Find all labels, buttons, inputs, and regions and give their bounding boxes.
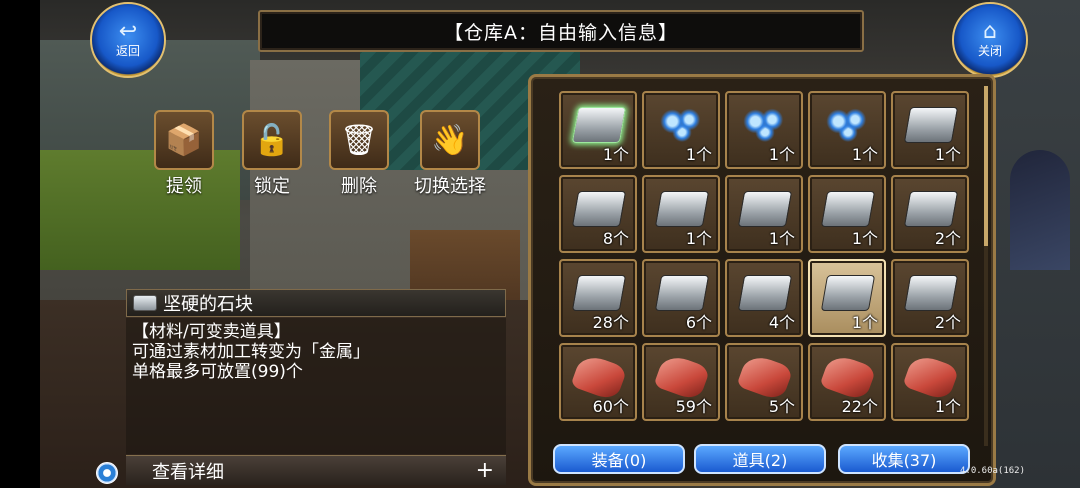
- item-count: 1个: [934, 145, 961, 164]
- item-count: 1个: [851, 229, 878, 248]
- inventory-slot[interactable]: 1个: [642, 175, 720, 253]
- inventory-slot[interactable]: 22个: [808, 343, 886, 421]
- item-count: 1个: [768, 229, 795, 248]
- return-arrow-icon: ↩: [118, 19, 138, 44]
- inventory-slot[interactable]: 2个: [891, 259, 969, 337]
- ingot-icon: [903, 275, 959, 311]
- item-count: 1个: [602, 145, 629, 164]
- desc-line: 可通过素材加工转变为「金属」: [132, 342, 370, 362]
- item-count: 59个: [675, 397, 712, 416]
- hand-icon: 👋: [420, 110, 480, 170]
- lock-label: 锁定: [254, 176, 290, 197]
- item-count: 1个: [768, 145, 795, 164]
- item-count: 8个: [602, 229, 629, 248]
- delete-button[interactable]: 🗑 删除: [318, 110, 400, 198]
- inventory-scrollbar[interactable]: [984, 86, 988, 446]
- item-count: 4个: [768, 313, 795, 332]
- desc-line: 单格最多可放置(99)个: [132, 362, 303, 382]
- take-label: 提领: [166, 176, 202, 197]
- switch-label: 切换选择: [414, 176, 486, 197]
- item-count: 1个: [851, 145, 878, 164]
- inventory-slot[interactable]: 28个: [559, 259, 637, 337]
- item-count: 1个: [851, 313, 878, 332]
- ingot-icon: [820, 191, 876, 227]
- page-title: 【仓库A：自由输入信息】: [258, 10, 864, 52]
- blue-crystal-icon: [824, 107, 872, 143]
- ingot-icon: [737, 191, 793, 227]
- item-count: 28个: [592, 313, 629, 332]
- inventory-slot[interactable]: 2个: [891, 175, 969, 253]
- ingot-icon: [571, 275, 627, 311]
- refresh-icon[interactable]: [96, 462, 118, 484]
- screen-edge: [0, 0, 40, 488]
- inventory-slot[interactable]: 1个: [642, 91, 720, 169]
- inventory-slot[interactable]: 60个: [559, 343, 637, 421]
- inventory-slot[interactable]: 6个: [642, 259, 720, 337]
- chest-icon: 📦: [154, 110, 214, 170]
- delete-label: 删除: [341, 176, 377, 197]
- blue-crystal-icon: [658, 107, 706, 143]
- inventory-slot[interactable]: 1个: [725, 175, 803, 253]
- item-description: 【材料/可变卖道具】 可通过素材加工转变为「金属」 单格最多可放置(99)个: [126, 318, 506, 454]
- rare-ingot-icon: [571, 107, 627, 143]
- item-count: 6个: [685, 313, 712, 332]
- inventory-panel: 1个 1个 1个 1个 1个 8个 1个 1个 1个 2个 28个 6个 4个 1个 2个 60个 59个 5个 2…: [528, 74, 996, 486]
- desc-line: 【材料/可变卖道具】: [132, 322, 291, 342]
- take-button[interactable]: 📦 提领: [143, 110, 225, 198]
- inventory-slot[interactable]: 1个: [725, 91, 803, 169]
- ingot-icon: [654, 275, 710, 311]
- home-icon: ⌂: [983, 19, 997, 44]
- inventory-slot[interactable]: 1个: [808, 259, 886, 337]
- ingot-icon: [654, 191, 710, 227]
- inventory-slot[interactable]: 8个: [559, 175, 637, 253]
- item-count: 1个: [685, 145, 712, 164]
- close-button[interactable]: ⌂ 关闭: [952, 2, 1028, 78]
- item-count: 2个: [934, 313, 961, 332]
- item-count: 1个: [934, 397, 961, 416]
- ingot-icon: [133, 295, 157, 311]
- view-details-label: 查看详细: [152, 461, 224, 483]
- lock-icon: 🔓: [242, 110, 302, 170]
- inventory-slot[interactable]: 5个: [725, 343, 803, 421]
- inventory-slot[interactable]: 1个: [891, 91, 969, 169]
- back-button[interactable]: ↩ 返回: [90, 2, 166, 78]
- trash-icon: 🗑: [329, 110, 389, 170]
- back-label: 返回: [115, 44, 140, 58]
- item-count: 22个: [841, 397, 878, 416]
- blue-crystal-icon: [741, 107, 789, 143]
- inventory-slot[interactable]: 1个: [808, 91, 886, 169]
- ingot-icon: [903, 191, 959, 227]
- item-count: 2个: [934, 229, 961, 248]
- tab-equipment[interactable]: 装备(0): [553, 444, 685, 474]
- view-details-button[interactable]: 查看详细 +: [126, 455, 506, 485]
- ingot-icon: [820, 275, 876, 311]
- switch-select-button[interactable]: 👋 切换选择: [400, 110, 500, 198]
- scroll-thumb[interactable]: [984, 86, 988, 246]
- lock-button[interactable]: 🔓 锁定: [231, 110, 313, 198]
- inventory-slot[interactable]: 1个: [559, 91, 637, 169]
- close-label: 关闭: [977, 44, 1002, 58]
- version-label: 4.0.60a(162): [960, 466, 1026, 476]
- plus-icon: +: [475, 458, 494, 483]
- inventory-grid: 1个 1个 1个 1个 1个 8个 1个 1个 1个 2个 28个 6个 4个 1个 2个 60个 59个 5个 2…: [559, 91, 969, 421]
- ingot-icon: [903, 107, 959, 143]
- item-count: 1个: [685, 229, 712, 248]
- ingot-icon: [571, 191, 627, 227]
- item-count: 60个: [592, 397, 629, 416]
- item-count: 5个: [768, 397, 795, 416]
- item-name-bar: 坚硬的石块: [126, 289, 506, 317]
- inventory-slot[interactable]: 1个: [808, 175, 886, 253]
- tab-collection[interactable]: 收集(37): [838, 444, 970, 474]
- inventory-slot[interactable]: 59个: [642, 343, 720, 421]
- inventory-slot[interactable]: 1个: [891, 343, 969, 421]
- ingot-icon: [737, 275, 793, 311]
- inventory-slot[interactable]: 4个: [725, 259, 803, 337]
- tab-items[interactable]: 道具(2): [694, 444, 826, 474]
- item-name: 坚硬的石块: [163, 294, 253, 315]
